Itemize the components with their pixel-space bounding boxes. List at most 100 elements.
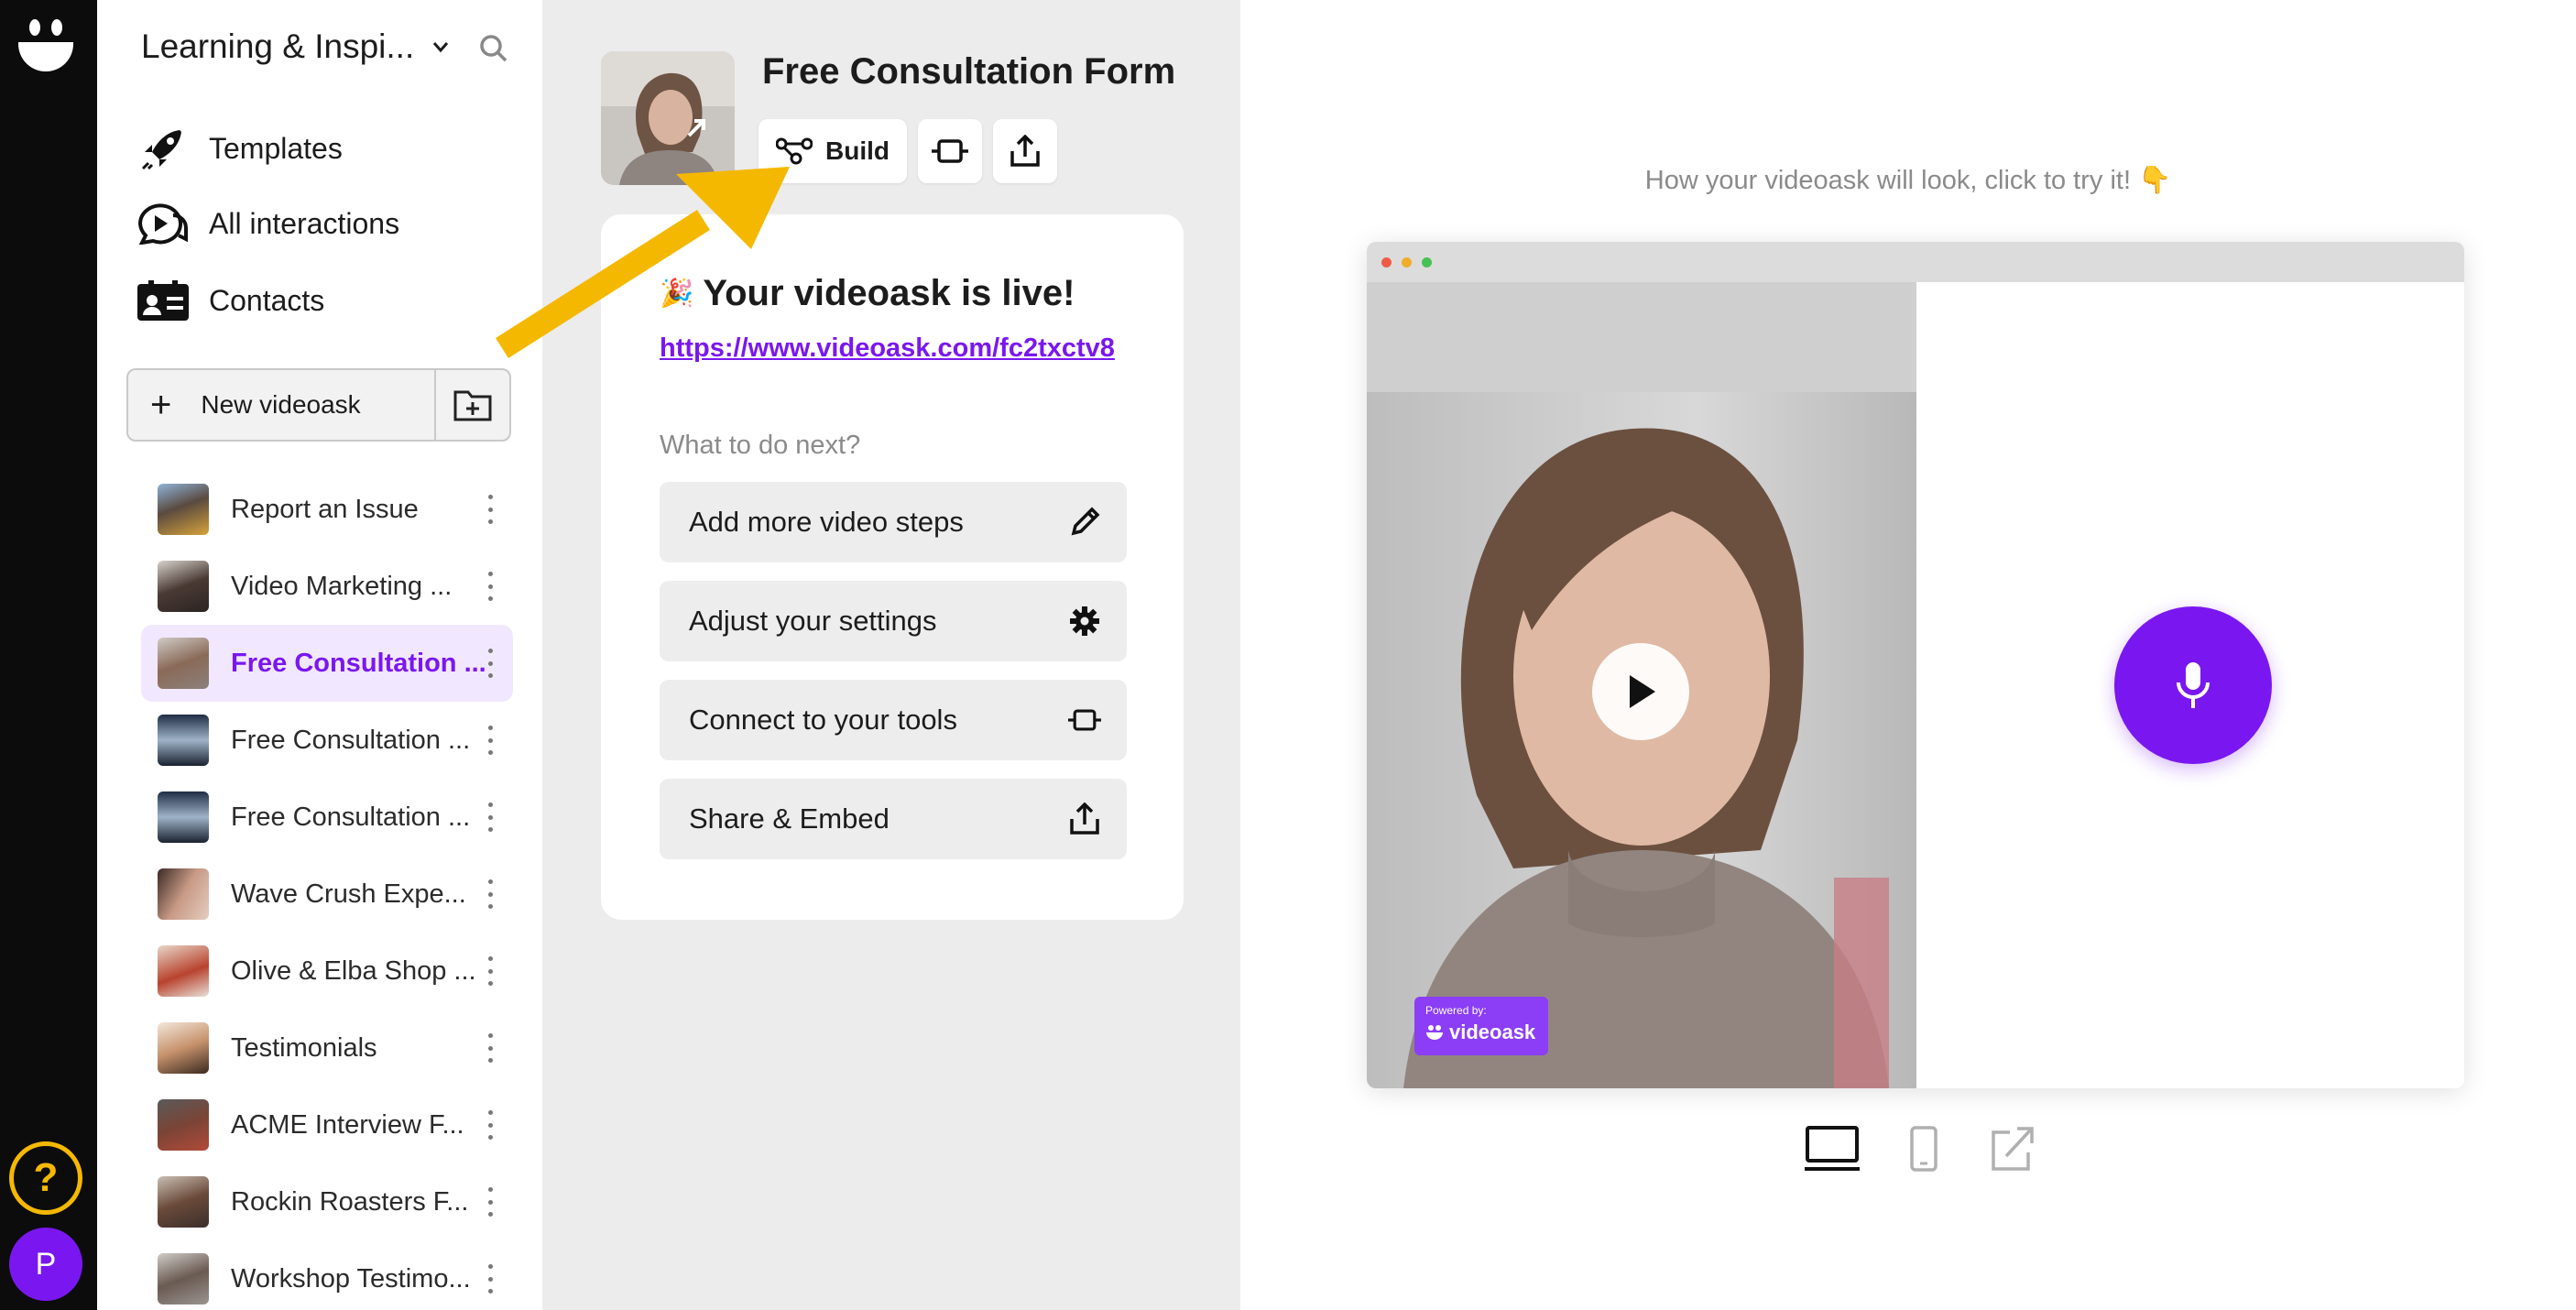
live-heading: 🎉 Your videoask is live! [660,273,1075,314]
more-options-icon[interactable] [487,572,493,601]
list-item[interactable]: Free Consultation ... [141,625,513,702]
list-item-label: Video Marketing ... [231,571,453,601]
nav-templates[interactable]: Templates [136,121,343,176]
videoask-logo[interactable] [16,15,75,73]
workspace-selector[interactable]: Learning & Inspi... [141,27,451,66]
list-item[interactable]: Wave Crush Expe... [141,856,513,933]
videoask-link[interactable]: https://www.videoask.com/fc2txctv8 [660,333,1115,364]
nav-label: All interactions [209,206,400,240]
more-options-icon[interactable] [487,495,493,524]
plug-icon [932,139,968,163]
more-options-icon[interactable] [487,1264,493,1294]
more-options-icon[interactable] [487,879,493,909]
list-item-label: Free Consultation ... [231,648,486,678]
videoask-thumbnail [158,715,209,766]
mobile-icon[interactable] [1909,1125,1938,1173]
help-button[interactable]: ? [9,1141,82,1215]
browser-maximize-dot [1422,257,1432,267]
videoask-logo-icon [1426,1025,1443,1040]
play-button[interactable] [1592,643,1689,740]
preview-panel: How your videoask will look, click to tr… [1240,0,2576,1310]
microphone-icon [2177,662,2210,708]
list-item[interactable]: Report an Issue [141,471,513,548]
next-steps-label: What to do next? [660,431,861,460]
share-icon [1010,135,1040,167]
build-button[interactable]: Build [759,119,907,183]
pencil-icon [1071,507,1100,536]
live-title: Your videoask is live! [703,273,1075,313]
rocket-icon [136,125,191,172]
preview-video[interactable]: Powered by: videoask [1367,282,1916,1088]
more-options-icon[interactable] [487,956,493,986]
browser-minimize-dot [1402,257,1412,267]
build-label: Build [825,136,890,165]
chevron-down-icon [433,42,449,53]
nav-all-interactions[interactable]: All interactions [136,196,399,251]
list-item[interactable]: ACME Interview F... [141,1086,513,1163]
more-options-icon[interactable] [487,1110,493,1140]
action-label: Connect to your tools [689,704,957,736]
search-icon[interactable] [478,33,509,64]
user-avatar[interactable]: P [9,1228,82,1301]
gear-icon [1070,606,1099,636]
videoask-list: Report an Issue Video Marketing ... Free… [141,471,513,1310]
desktop-icon[interactable] [1805,1125,1860,1173]
new-videoask-group: + New videoask [126,368,511,442]
list-item-label: Wave Crush Expe... [231,879,466,909]
list-item[interactable]: Free Consultation ... [141,702,513,779]
list-item-label: Free Consultation ... [231,725,471,755]
videoask-thumbnail [158,1176,209,1228]
list-item-label: Free Consultation ... [231,802,471,832]
share-button[interactable] [993,119,1057,183]
list-item[interactable]: Olive & Elba Shop ... [141,933,513,1010]
contacts-card-icon [136,277,191,324]
form-thumbnail[interactable] [601,51,735,185]
open-external-icon[interactable] [1990,1125,2034,1173]
videoask-thumbnail [158,484,209,535]
more-options-icon[interactable] [487,1187,493,1217]
add-video-steps-button[interactable]: Add more video steps [660,482,1127,562]
list-item[interactable]: Testimonials [141,1010,513,1086]
action-label: Share & Embed [689,802,890,835]
new-videoask-label: New videoask [201,390,361,419]
plus-icon: + [150,384,172,425]
nav-label: Templates [209,131,343,165]
adjust-settings-button[interactable]: Adjust your settings [660,581,1127,661]
list-item-label: Workshop Testimo... [231,1263,471,1294]
list-item[interactable]: Workshop Testimo... [141,1240,513,1310]
flow-icon [776,137,813,165]
new-folder-icon [453,390,492,421]
powered-by-label: Powered by: [1425,1004,1487,1017]
form-panel: Free Consultation Form Build 🎉 Your vide… [542,0,1240,1310]
brand-name: videoask [1425,1021,1537,1044]
video-chat-icon [136,200,191,247]
list-item[interactable]: Video Marketing ... [141,548,513,625]
question-icon: ? [33,1155,59,1200]
preview-browser[interactable]: Powered by: videoask [1367,242,2464,1088]
share-embed-button[interactable]: Share & Embed [660,779,1127,859]
videoask-thumbnail [158,945,209,997]
connect-button[interactable] [918,119,982,183]
more-options-icon[interactable] [487,726,493,755]
connect-tools-button[interactable]: Connect to your tools [660,680,1127,760]
browser-bar [1367,242,2464,282]
new-folder-button[interactable] [434,370,509,440]
more-options-icon[interactable] [487,1033,493,1063]
list-item[interactable]: Free Consultation ... [141,779,513,856]
more-options-icon[interactable] [487,649,493,678]
more-options-icon[interactable] [487,802,493,832]
videoask-thumbnail [158,1099,209,1151]
preview-hint: How your videoask will look, click to tr… [1644,166,2172,195]
videoask-thumbnail [158,1022,209,1074]
share-icon [1070,802,1099,835]
avatar-initial: P [35,1246,57,1282]
left-rail: ? P [0,0,97,1310]
list-item[interactable]: Rockin Roasters F... [141,1163,513,1240]
new-videoask-button[interactable]: + New videoask [128,370,434,440]
party-icon: 🎉 [660,278,694,309]
videoask-thumbnail [158,791,209,843]
videoask-thumbnail [158,638,209,689]
record-audio-button[interactable] [2114,606,2272,764]
powered-by-badge[interactable]: Powered by: videoask [1414,997,1548,1055]
nav-contacts[interactable]: Contacts [136,273,324,328]
